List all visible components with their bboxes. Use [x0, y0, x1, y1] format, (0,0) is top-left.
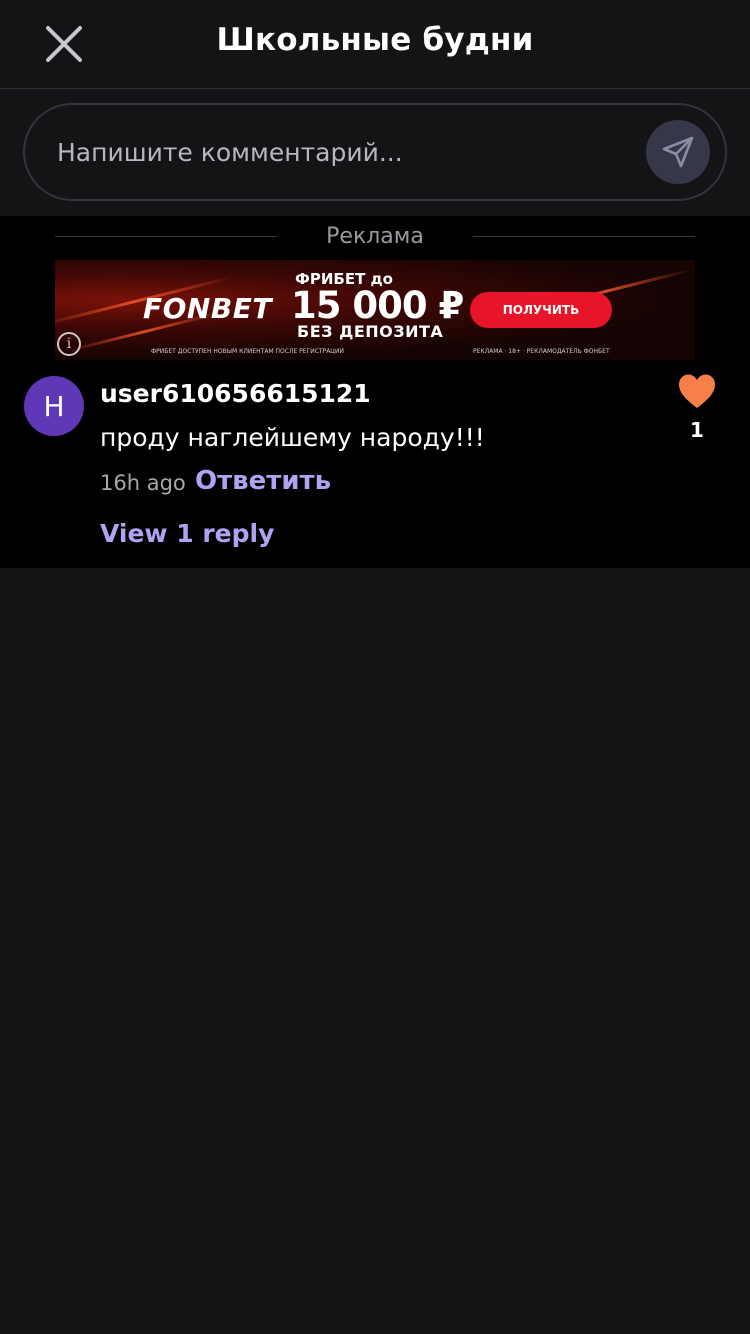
send-icon: [662, 136, 694, 168]
comment-composer: [0, 89, 750, 216]
ad-divider-right: [473, 236, 695, 237]
info-icon[interactable]: i: [57, 332, 81, 356]
comment-input[interactable]: [55, 125, 635, 179]
ad-no-deposit: БЕЗ ДЕПОЗИТА: [297, 322, 444, 341]
comment-text: проду наглейшему народу!!!: [100, 423, 485, 452]
send-button[interactable]: [646, 120, 710, 184]
ad-fine-print: ФРИБЕТ ДОСТУПЕН НОВЫМ КЛИЕНТАМ ПОСЛЕ РЕГ…: [151, 348, 344, 355]
comment-item: H user610656615121 проду наглейшему наро…: [0, 370, 750, 560]
like-count: 1: [690, 418, 704, 442]
heart-icon: [679, 374, 715, 408]
comment-username[interactable]: user610656615121: [100, 379, 371, 408]
ad-amount: 15 000 ₽: [291, 284, 464, 327]
ad-label-row: Реклама: [55, 222, 695, 252]
ad-brand-logo: FONBET: [143, 292, 272, 325]
comment-input-container: [23, 103, 727, 201]
ad-banner[interactable]: FONBET ФРИБЕТ до 15 000 ₽ БЕЗ ДЕПОЗИТА П…: [55, 260, 695, 360]
like-button[interactable]: [677, 372, 717, 412]
ad-cta-button[interactable]: ПОЛУЧИТЬ: [470, 292, 612, 328]
comment-timestamp: 16h ago: [100, 471, 186, 495]
avatar[interactable]: H: [24, 376, 84, 436]
page-title: Школьные будни: [216, 22, 534, 58]
reply-button[interactable]: Ответить: [195, 466, 331, 496]
ad-fine-print: РЕКЛАМА · 18+ · РЕКЛАМОДАТЕЛЬ ФОНБЕТ: [473, 348, 610, 355]
top-bar: Школьные будни: [0, 0, 750, 89]
comments-section: Реклама FONBET ФРИБЕТ до 15 000 ₽ БЕЗ ДЕ…: [0, 216, 750, 568]
view-replies-button[interactable]: View 1 reply: [100, 519, 274, 548]
